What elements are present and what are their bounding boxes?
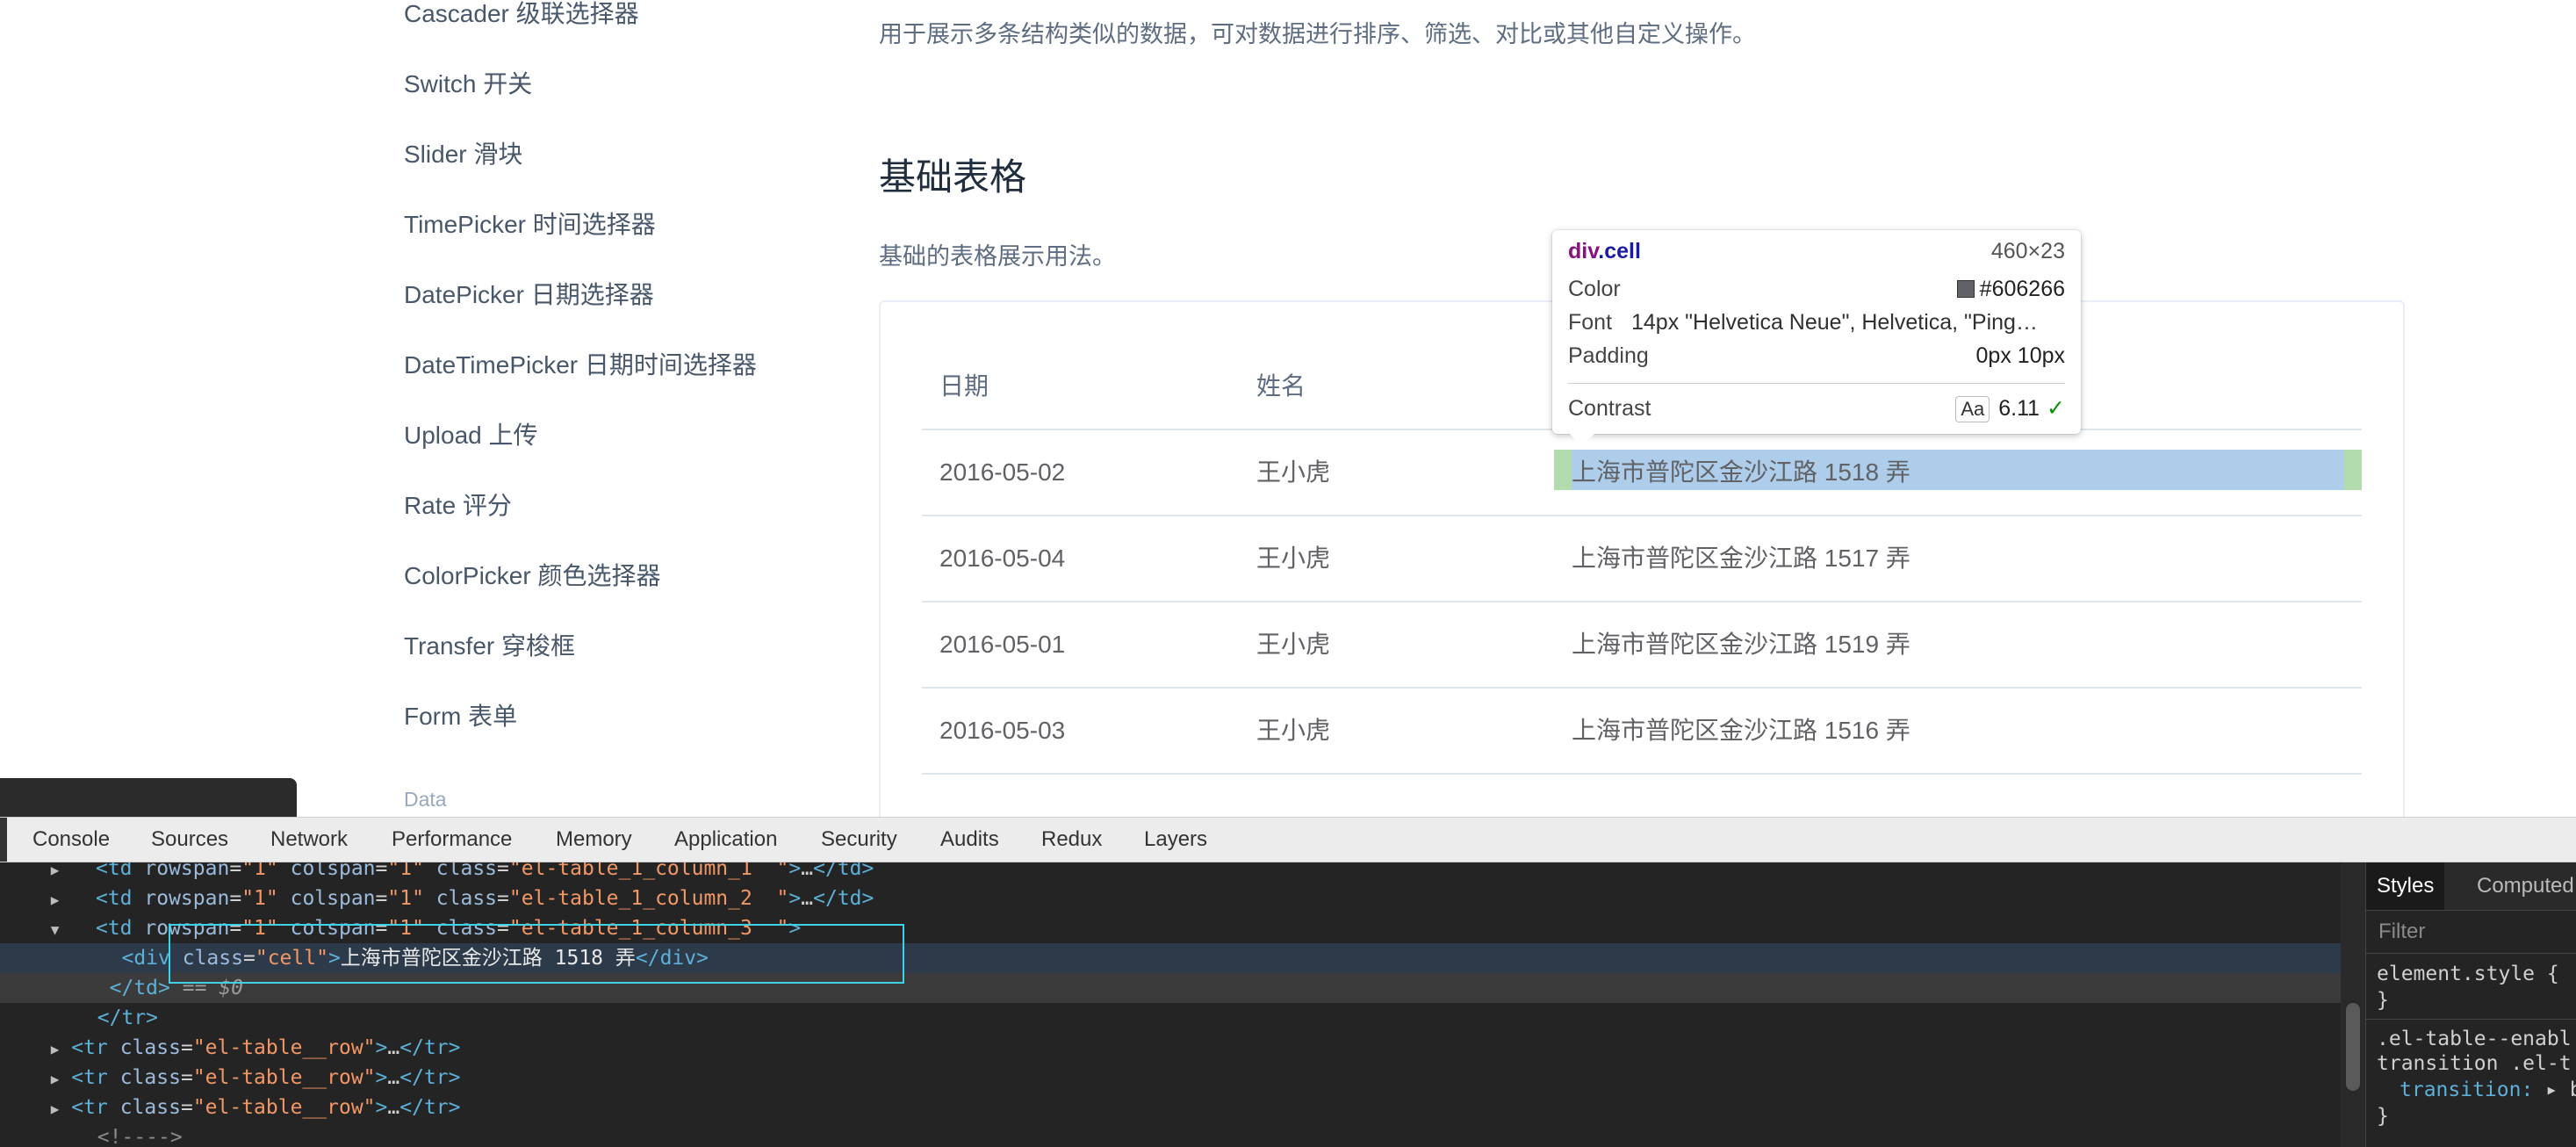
table-row[interactable]: 2016-05-02 王小虎 上海市普陀区金沙江路 1518 弄 xyxy=(922,430,2362,516)
column-header-name[interactable]: 姓名 xyxy=(1256,344,1306,429)
nav-item-upload[interactable]: Upload 上传 xyxy=(404,422,538,450)
dom-node-td-column-2[interactable]: ▶ <td rowspan="1" colspan="1" class="el-… xyxy=(0,884,2341,913)
elements-scrollbar[interactable] xyxy=(2341,862,2365,1147)
check-icon: ✓ xyxy=(2047,396,2065,421)
dom-node-td-close[interactable]: </td> == $0 xyxy=(0,973,2341,1003)
cell-name: 王小虎 xyxy=(1256,631,1331,658)
nav-item-form[interactable]: Form 表单 xyxy=(404,703,517,731)
tab-audits[interactable]: Audits xyxy=(940,818,999,862)
drag-ghost-tab xyxy=(0,778,297,817)
contrast-sample: Aa xyxy=(1955,396,1990,422)
color-swatch xyxy=(1956,280,1975,298)
table-row[interactable]: 2016-05-04 王小虎 上海市普陀区金沙江路 1517 弄 xyxy=(922,516,2362,602)
tab-computed[interactable]: Computed xyxy=(2477,862,2574,910)
cell-date: 2016-05-03 xyxy=(939,717,1066,744)
nav-item-switch[interactable]: Switch 开关 xyxy=(404,70,532,98)
cell-date: 2016-05-04 xyxy=(939,545,1066,572)
dom-node-div-cell[interactable]: <div class="cell">上海市普陀区金沙江路 1518 弄</div… xyxy=(0,943,2341,973)
elements-tree[interactable]: ▶ <td rowspan="1" colspan="1" class="el-… xyxy=(0,862,2341,1147)
cell-date: 2016-05-01 xyxy=(939,631,1066,658)
nav-item-cascader[interactable]: Cascader 级联选择器 xyxy=(404,0,639,28)
devtools-tab-bar: Console Sources Network Performance Memo… xyxy=(0,817,2576,862)
dom-node-td-column-1[interactable]: ▶ <td rowspan="1" colspan="1" class="el-… xyxy=(0,862,2341,884)
tooltip-color-row: Color #606266 xyxy=(1568,277,2065,301)
dom-node-tr-close[interactable]: </tr> xyxy=(0,1003,2341,1033)
dom-node-tr[interactable]: ▶ <tr class="el-table__row">…</tr> xyxy=(0,1093,2341,1122)
cell-name: 王小虎 xyxy=(1256,458,1331,486)
tab-layers[interactable]: Layers xyxy=(1144,818,1207,862)
cell-address: 上海市普陀区金沙江路 1517 弄 xyxy=(1572,545,1910,572)
tab-sources[interactable]: Sources xyxy=(151,818,228,862)
css-rule-selector-2[interactable]: transition .el-t xyxy=(2377,1050,2572,1077)
css-property[interactable]: transition: ▸ b xyxy=(2400,1077,2576,1103)
nav-item-transfer[interactable]: Transfer 穿梭框 xyxy=(404,632,575,660)
table-row[interactable]: 2016-05-01 王小虎 上海市普陀区金沙江路 1519 弄 xyxy=(922,602,2362,689)
nav-group-label: Data xyxy=(404,788,447,811)
close-brace: } xyxy=(2377,989,2389,1012)
table-row[interactable]: 2016-05-03 王小虎 上海市普陀区金沙江路 1516 弄 xyxy=(922,689,2362,775)
cell-address: 上海市普陀区金沙江路 1516 弄 xyxy=(1572,717,1910,744)
tooltip-font-row: Font 14px "Helvetica Neue", Helvetica, "… xyxy=(1568,310,2038,335)
close-brace: } xyxy=(2377,1105,2389,1128)
dom-node-td-column-3[interactable]: ▼ <td rowspan="1" colspan="1" class="el-… xyxy=(0,913,2341,943)
tab-styles[interactable]: Styles xyxy=(2366,862,2445,910)
nav-item-timepicker[interactable]: TimePicker 时间选择器 xyxy=(404,211,656,239)
tab-performance[interactable]: Performance xyxy=(392,818,512,862)
dom-node-tr[interactable]: ▶ <tr class="el-table__row">…</tr> xyxy=(0,1033,2341,1063)
styles-pane: Styles Computed Filter element.style { }… xyxy=(2365,862,2576,1147)
element-style-rule[interactable]: element.style { xyxy=(2377,961,2559,987)
css-rule-selector[interactable]: .el-table--enabl xyxy=(2377,1026,2572,1052)
section-title: 基础表格 xyxy=(879,156,1027,198)
cell-address: 上海市普陀区金沙江路 1519 弄 xyxy=(1572,631,1910,658)
tab-redux[interactable]: Redux xyxy=(1041,818,1102,862)
cell-date: 2016-05-02 xyxy=(939,458,1066,486)
dom-node-comment[interactable]: <!----> xyxy=(0,1122,2341,1147)
nav-item-datepicker[interactable]: DatePicker 日期选择器 xyxy=(404,281,654,309)
styles-filter-input[interactable]: Filter xyxy=(2366,910,2576,954)
tooltip-padding-row: Padding 0px 10px xyxy=(1568,343,2065,368)
cell-name: 王小虎 xyxy=(1256,717,1331,744)
component-intro: 用于展示多条结构类似的数据，可对数据进行排序、筛选、对比或其他自定义操作。 xyxy=(879,21,1756,47)
tooltip-dimensions: 460×23 xyxy=(1990,239,2065,263)
dom-node-tr[interactable]: ▶ <tr class="el-table__row">…</tr> xyxy=(0,1063,2341,1093)
tooltip-element-tag: div.cell xyxy=(1568,239,1641,263)
nav-item-rate[interactable]: Rate 评分 xyxy=(404,492,512,520)
tooltip-contrast-row: Contrast Aa 6.11 ✓ xyxy=(1568,396,2065,422)
column-header-date[interactable]: 日期 xyxy=(939,344,989,429)
inspect-tooltip: div.cell 460×23 Color #606266 Font 14px … xyxy=(1552,230,2081,446)
cell-name: 王小虎 xyxy=(1256,545,1331,572)
tab-security[interactable]: Security xyxy=(821,818,897,862)
nav-item-datetimepicker[interactable]: DateTimePicker 日期时间选择器 xyxy=(404,351,757,379)
tab-console[interactable]: Console xyxy=(32,818,110,862)
nav-item-colorpicker[interactable]: ColorPicker 颜色选择器 xyxy=(404,562,660,590)
tab-network[interactable]: Network xyxy=(270,818,348,862)
section-description: 基础的表格展示用法。 xyxy=(879,243,1116,270)
nav-item-slider[interactable]: Slider 滑块 xyxy=(404,141,522,169)
tab-memory[interactable]: Memory xyxy=(556,818,632,862)
cell-address: 上海市普陀区金沙江路 1518 弄 xyxy=(1572,458,1910,486)
tab-application[interactable]: Application xyxy=(674,818,777,862)
